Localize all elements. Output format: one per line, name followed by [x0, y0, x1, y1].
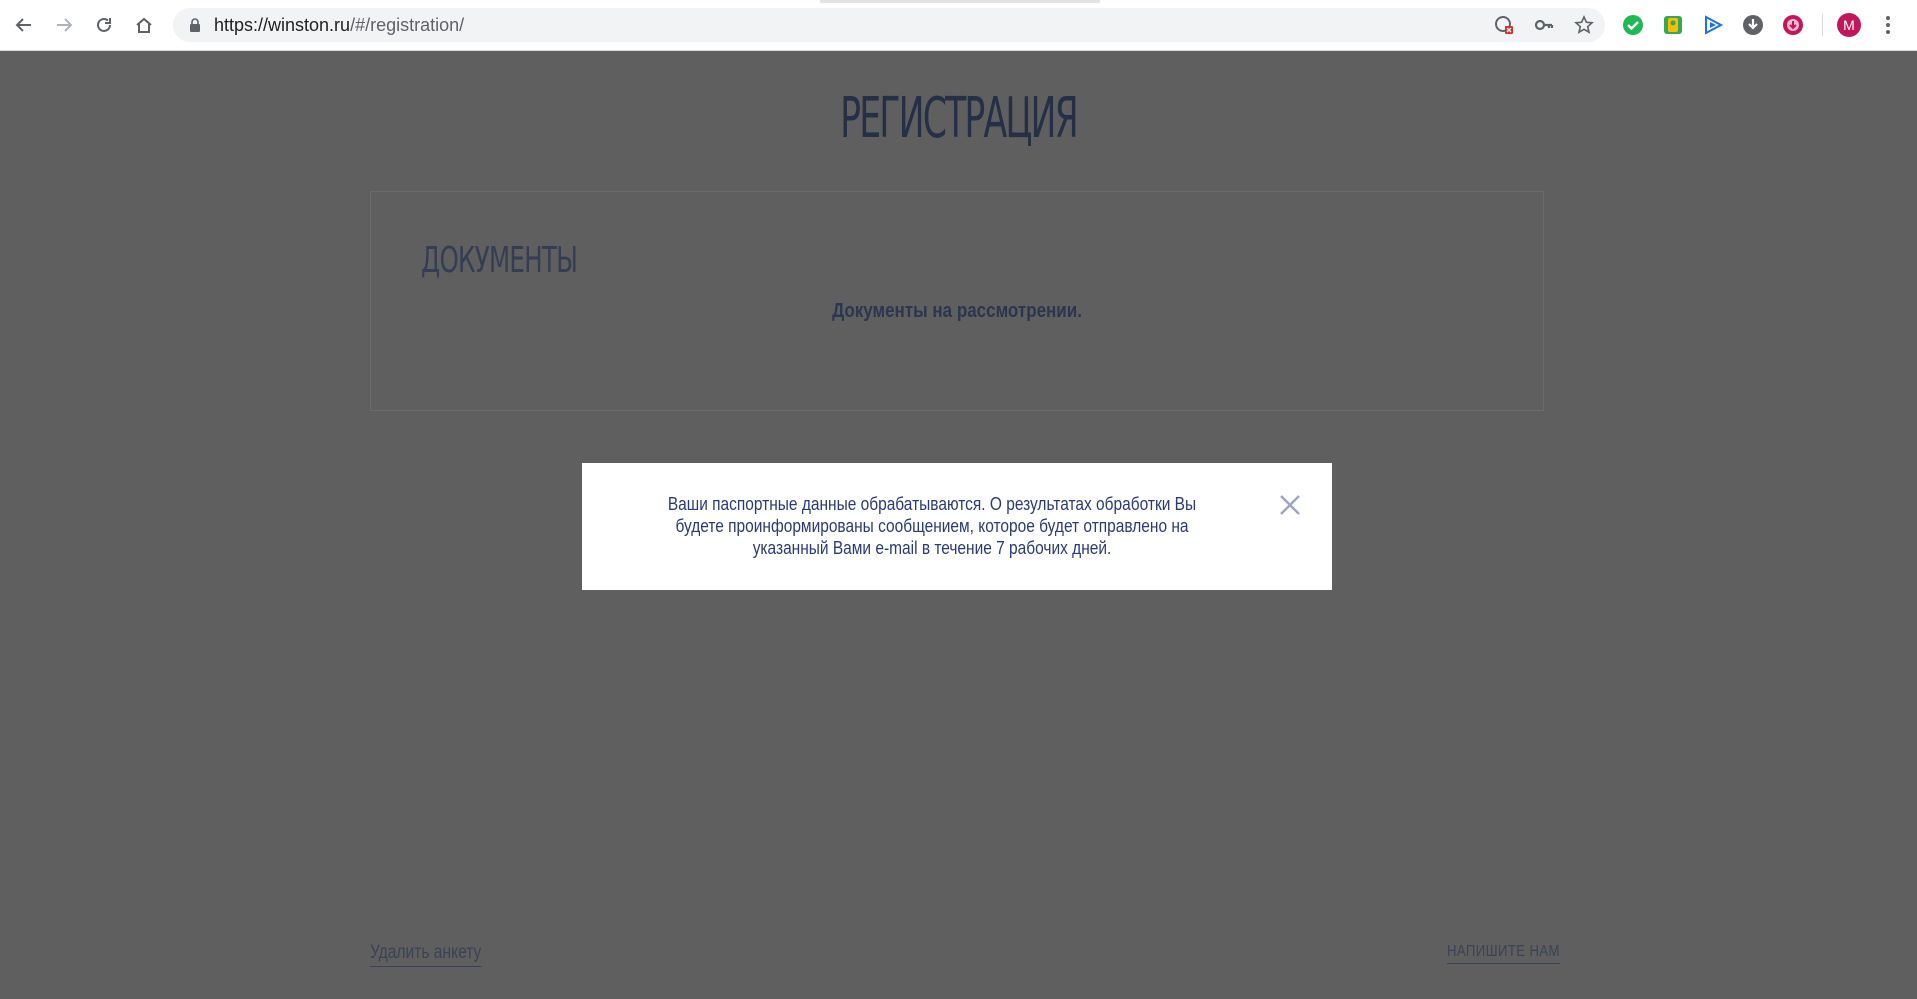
- back-icon: [15, 18, 31, 32]
- modal-message-text: Ваши паспортные данные обрабатываются. О…: [667, 494, 1197, 558]
- page-title: РЕГИСТРАЦИЯ: [840, 86, 1079, 151]
- back-button[interactable]: [9, 10, 39, 40]
- key-icon[interactable]: [1533, 14, 1555, 36]
- reload-button[interactable]: [89, 10, 119, 40]
- play-extension-icon[interactable]: [1701, 13, 1725, 37]
- documents-status: Документы на рассмотрении.: [832, 300, 1082, 322]
- translate-blocked-icon[interactable]: [1493, 14, 1515, 36]
- contact-us-link[interactable]: НАПИШИТЕ НАМ: [1447, 943, 1560, 964]
- close-icon: [1280, 495, 1300, 515]
- url-host: https://winston.ru: [214, 15, 351, 35]
- forward-button[interactable]: [49, 10, 79, 40]
- home-icon: [136, 17, 152, 33]
- lock-icon: [190, 18, 200, 32]
- reload-icon: [97, 17, 111, 32]
- close-button[interactable]: [1279, 494, 1301, 516]
- check-extension-icon[interactable]: [1621, 13, 1645, 37]
- address-bar[interactable]: https://winston.ru/#/registration/: [173, 8, 1605, 42]
- url-text[interactable]: https://winston.ru/#/registration/: [214, 15, 464, 36]
- video-download-icon[interactable]: [1781, 13, 1805, 37]
- star-icon[interactable]: [1573, 14, 1595, 36]
- extension-icon[interactable]: [1661, 13, 1685, 37]
- url-path: /#/registration/: [350, 15, 465, 35]
- download-extension-icon[interactable]: [1741, 13, 1765, 37]
- documents-heading: ДОКУМЕНТЫ: [421, 240, 578, 281]
- notification-modal: Ваши паспортные данные обрабатываются. О…: [582, 463, 1332, 590]
- browser-toolbar: https://winston.ru/#/registration/ M: [0, 0, 1917, 51]
- delete-profile-link[interactable]: Удалить анкету: [370, 942, 482, 967]
- home-button[interactable]: [129, 10, 159, 40]
- modal-message: Ваши паспортные данные обрабатываются. О…: [622, 493, 1242, 559]
- tab-strip-edge: [820, 0, 1100, 3]
- menu-icon[interactable]: [1880, 13, 1896, 37]
- profile-avatar[interactable]: M: [1837, 13, 1861, 37]
- forward-icon: [57, 18, 73, 32]
- toolbar-divider: [1822, 14, 1823, 36]
- documents-card: ДОКУМЕНТЫ Документы на рассмотрении.: [370, 191, 1544, 411]
